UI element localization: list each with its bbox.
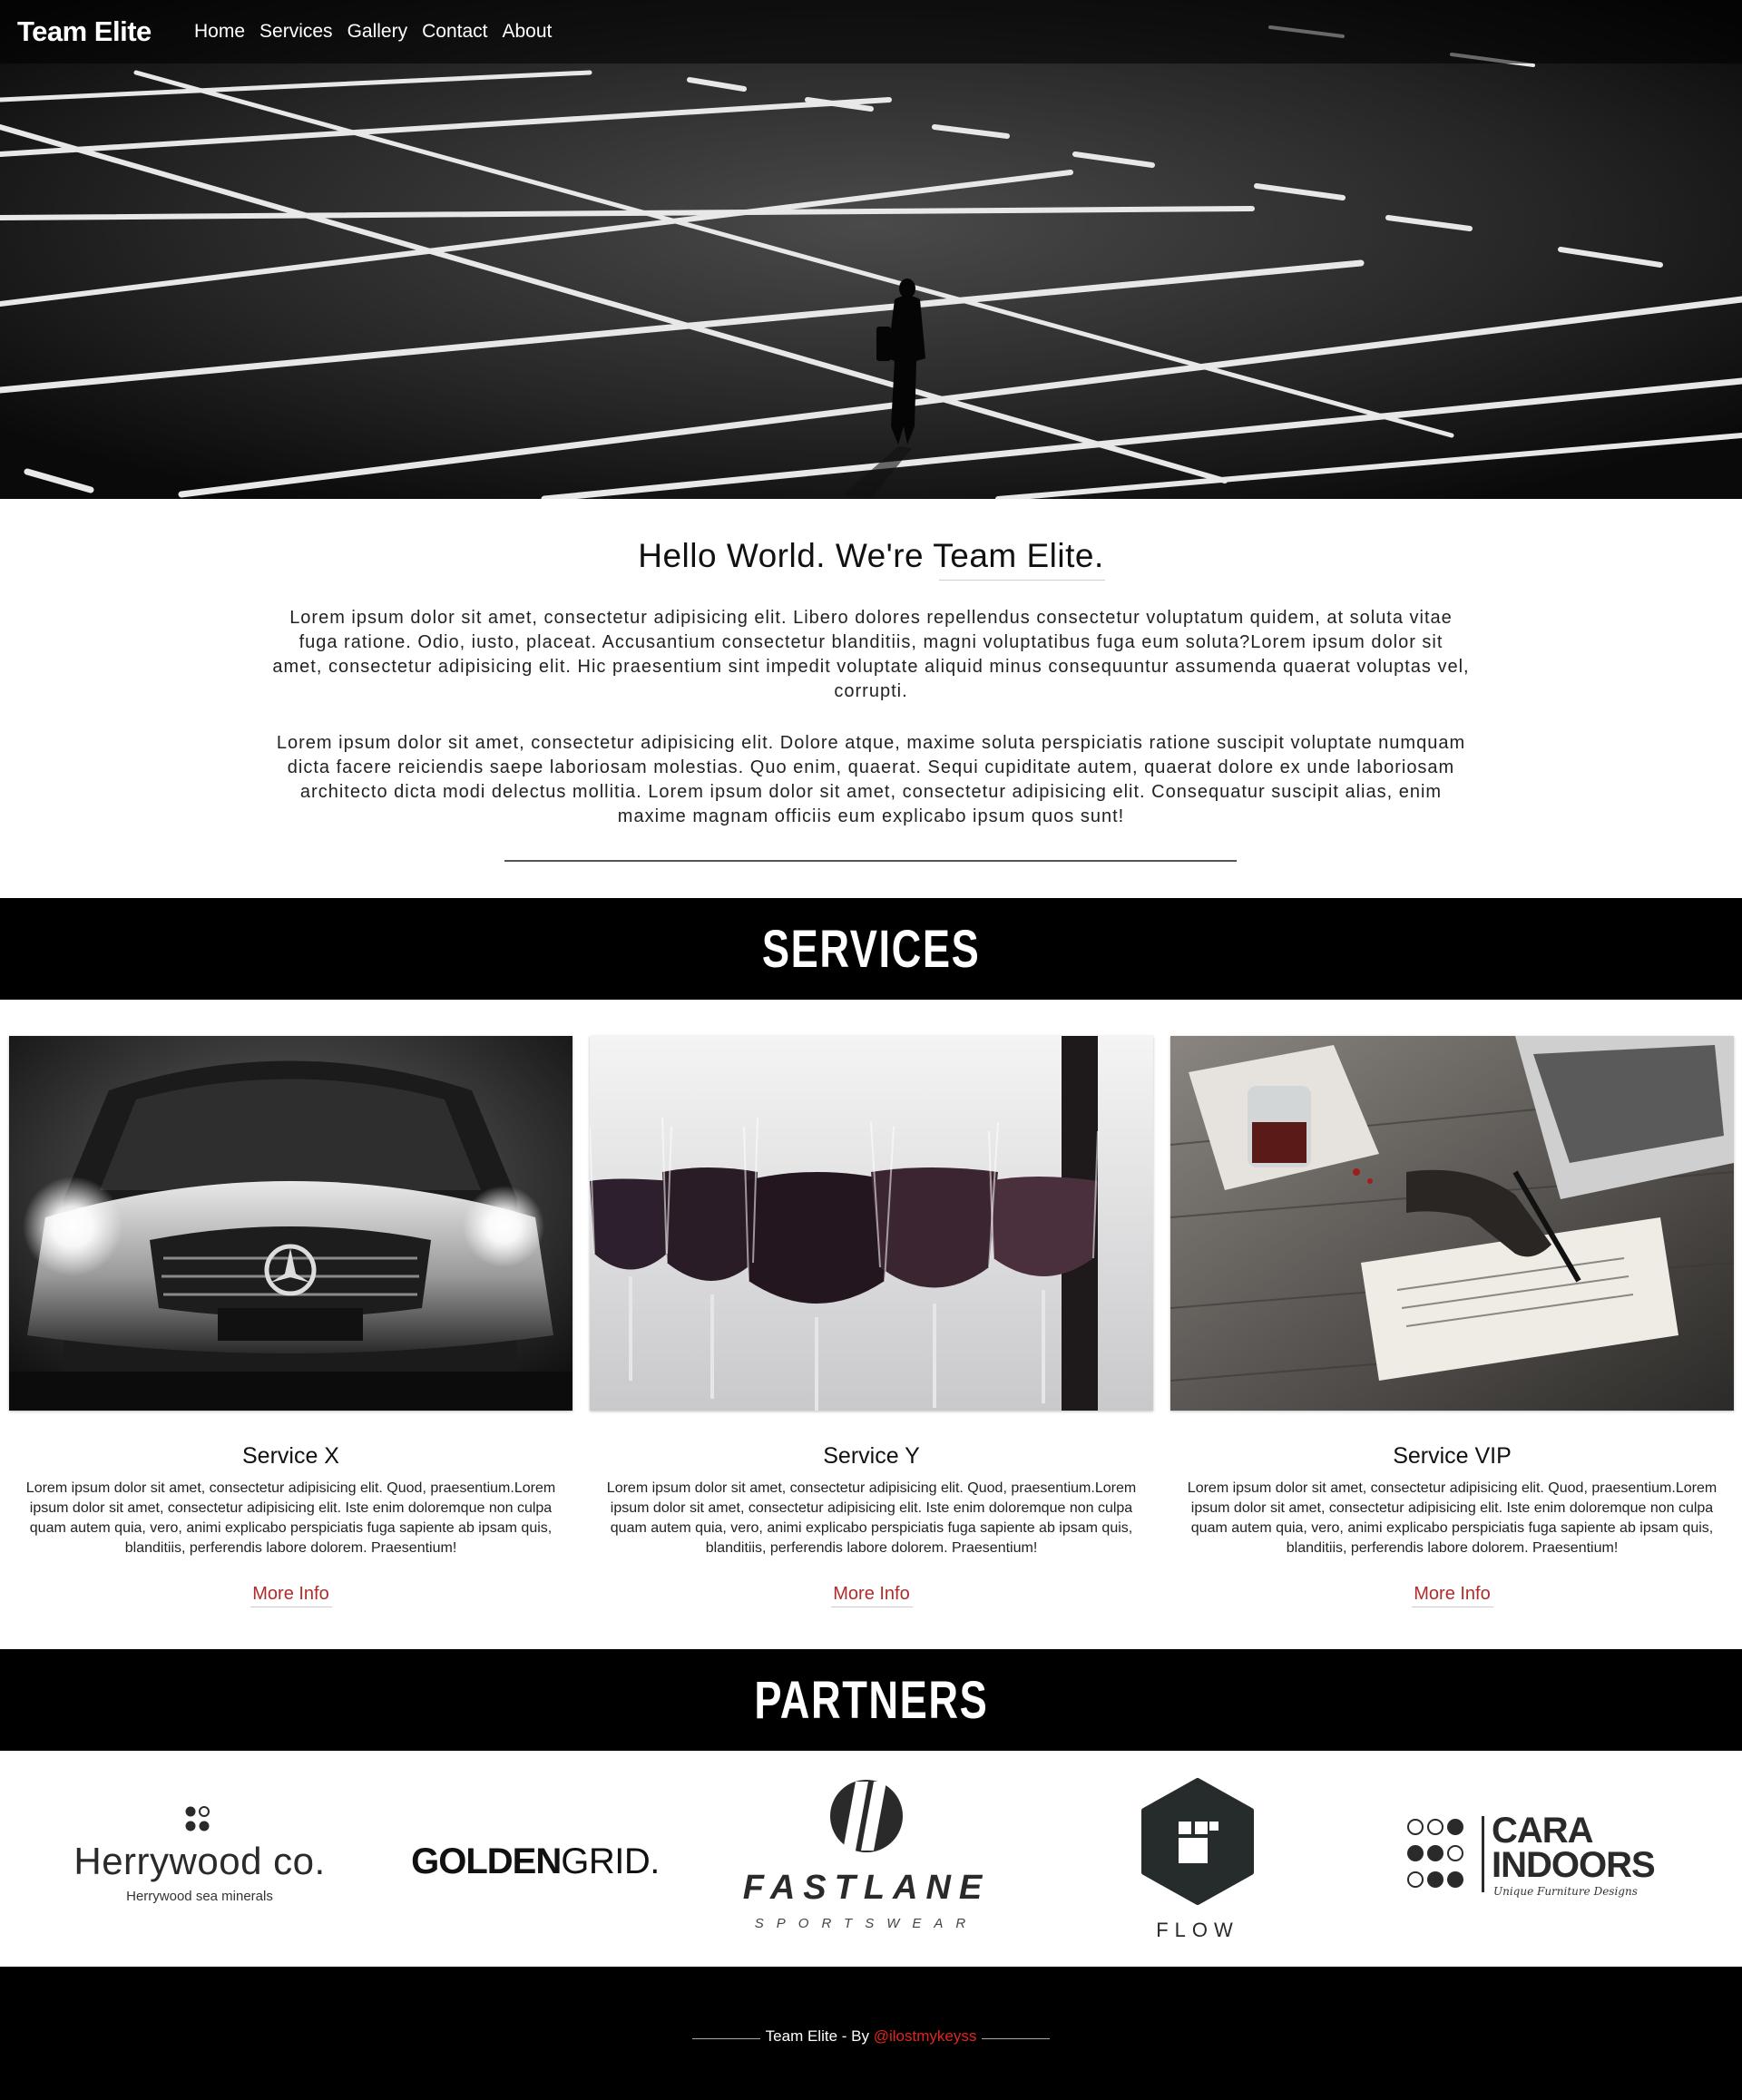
nav-link-about[interactable]: About <box>502 21 552 43</box>
divider <box>504 860 1237 862</box>
service-card-x: Service X Lorem ipsum dolor sit amet, co… <box>9 1036 573 1607</box>
services-header: SERVICES <box>0 898 1742 1000</box>
service-image-desk <box>1170 1036 1734 1411</box>
service-title: Service VIP <box>1393 1443 1512 1469</box>
intro-section: Hello World. We're Team Elite. Lorem ips… <box>0 499 1742 898</box>
cara-line1: CARA <box>1492 1811 1594 1851</box>
intro-paragraph-1: Lorem ipsum dolor sit amet, consectetur … <box>272 608 1470 701</box>
herrywood-name: Herrywood co. <box>73 1840 326 1882</box>
fastlane-tagline: SPORTSWEAR <box>754 1916 979 1931</box>
more-info-link[interactable]: More Info <box>1411 1584 1493 1607</box>
partner-logo-flow[interactable]: FLOW <box>1089 1778 1306 1950</box>
service-image-car <box>9 1036 573 1411</box>
partner-logo-herrywood[interactable]: Herrywood co. Herrywood sea minerals <box>64 1805 336 1914</box>
services-heading: SERVICES <box>761 919 981 979</box>
footer-line-right <box>982 2038 1050 2039</box>
herrywood-tagline: Herrywood sea minerals <box>126 1889 273 1904</box>
service-image-wine <box>590 1036 1153 1411</box>
top-navbar: Team Elite Home Services Gallery Contact… <box>0 0 1742 63</box>
intro-title: Hello World. We're Team Elite. <box>638 537 1104 574</box>
title-underline <box>939 580 1105 581</box>
footer-text: Team Elite - By <box>765 2027 874 2045</box>
herrywood-dots-icon <box>185 1806 210 1831</box>
more-info-link[interactable]: More Info <box>250 1584 332 1607</box>
intro-paragraph-2: Lorem ipsum dolor sit amet, consectetur … <box>276 733 1466 826</box>
footer-credit: Team Elite - By @ilostmykeyss <box>0 2027 1742 2046</box>
nav-link-home[interactable]: Home <box>194 21 245 43</box>
service-card-vip: Service VIP Lorem ipsum dolor sit amet, … <box>1170 1036 1734 1607</box>
cara-dots-icon <box>1407 1819 1463 1888</box>
service-description: Lorem ipsum dolor sit amet, consectetur … <box>1187 1480 1718 1556</box>
service-title: Service X <box>242 1443 339 1469</box>
partners-heading: PARTNERS <box>754 1670 988 1730</box>
brand-logo[interactable]: Team Elite <box>17 15 194 48</box>
nav-links: Home Services Gallery Contact About <box>194 21 552 43</box>
service-card-y: Service Y Lorem ipsum dolor sit amet, co… <box>590 1036 1153 1607</box>
partner-logo-fastlane[interactable]: FASTLANE SPORTSWEAR <box>730 1778 1003 1941</box>
flow-hexagon-icon <box>1141 1778 1254 1905</box>
flow-name: FLOW <box>1156 1919 1239 1941</box>
hero-image <box>0 0 1742 499</box>
partner-logo-goldengrid[interactable]: GOLDENGRID. <box>399 1841 671 1887</box>
services-section: Service X Lorem ipsum dolor sit amet, co… <box>0 1000 1742 1649</box>
more-info-link[interactable]: More Info <box>830 1584 913 1607</box>
goldengrid-light: GRID. <box>561 1841 660 1881</box>
nav-link-contact[interactable]: Contact <box>422 21 487 43</box>
partner-logo-cara-indoors[interactable]: CARA INDOORS Unique Furniture Designs <box>1406 1812 1697 1907</box>
service-description: Lorem ipsum dolor sit amet, consectetur … <box>25 1480 556 1556</box>
nav-link-gallery[interactable]: Gallery <box>347 21 408 43</box>
partners-section: Herrywood co. Herrywood sea minerals GOL… <box>0 1751 1742 1967</box>
service-description: Lorem ipsum dolor sit amet, consectetur … <box>606 1480 1137 1556</box>
cara-tagline: Unique Furniture Designs <box>1493 1885 1638 1898</box>
partners-header: PARTNERS <box>0 1649 1742 1751</box>
cara-divider <box>1482 1816 1484 1892</box>
fastlane-name: FASTLANE <box>742 1869 991 1907</box>
footer: Team Elite - By @ilostmykeyss <box>0 1967 1742 2100</box>
service-title: Service Y <box>823 1443 920 1469</box>
nav-link-services[interactable]: Services <box>259 21 333 43</box>
cara-line2: INDOORS <box>1492 1845 1656 1885</box>
goldengrid-bold: GOLDEN <box>411 1841 562 1881</box>
footer-author-link[interactable]: @ilostmykeyss <box>874 2027 977 2045</box>
fastlane-mark-icon <box>830 1780 903 1852</box>
